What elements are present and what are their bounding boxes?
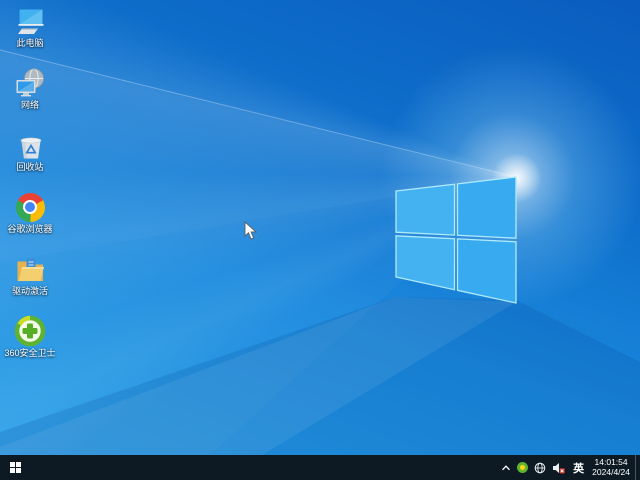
tray-chevron-up-icon[interactable] bbox=[498, 455, 514, 480]
desktop-icon-360-safety[interactable]: 360安全卫士 bbox=[2, 315, 58, 359]
taskbar-empty-area[interactable] bbox=[30, 455, 498, 480]
recycle-bin-icon bbox=[14, 129, 46, 161]
windows-start-icon bbox=[9, 462, 21, 473]
start-button[interactable] bbox=[0, 455, 30, 480]
tray-volume-muted-icon[interactable] bbox=[549, 455, 568, 480]
ime-language-indicator[interactable]: 英 bbox=[568, 460, 589, 476]
windows-desktop-screen: 此电脑 网络 回收站 谷歌浏览器 驱动激活 360安全卫士 英 14:01:54… bbox=[0, 0, 640, 480]
network-icon bbox=[14, 67, 46, 99]
desktop-icon-label: 回收站 bbox=[16, 162, 44, 172]
desktop-icon-label: 驱动激活 bbox=[11, 286, 48, 296]
desktop-icon-label: 此电脑 bbox=[16, 38, 44, 48]
desktop-icon-driver-activation[interactable]: 驱动激活 bbox=[2, 253, 58, 297]
show-desktop-button[interactable] bbox=[635, 455, 640, 480]
system-tray: 英 14:01:54 2024/4/24 bbox=[498, 455, 640, 480]
desktop-wallpaper bbox=[0, 0, 640, 455]
this-pc-icon bbox=[14, 5, 46, 37]
windows-logo-wallpaper bbox=[395, 176, 517, 304]
tray-network-globe-icon[interactable] bbox=[531, 455, 549, 480]
mouse-cursor bbox=[244, 221, 258, 240]
taskbar: 英 14:01:54 2024/4/24 bbox=[0, 455, 640, 480]
desktop-icon-this-pc[interactable]: 此电脑 bbox=[2, 5, 58, 49]
desktop-icon-label: 网络 bbox=[20, 100, 39, 110]
desktop-icon-label: 360安全卫士 bbox=[4, 348, 56, 358]
desktop-icon-chrome[interactable]: 谷歌浏览器 bbox=[2, 191, 58, 235]
desktop-icon-label: 谷歌浏览器 bbox=[7, 224, 53, 234]
clock-date: 2024/4/24 bbox=[592, 466, 630, 477]
tray-360-safety-icon[interactable] bbox=[514, 455, 531, 480]
desktop-icon-network[interactable]: 网络 bbox=[2, 67, 58, 111]
360-safety-icon bbox=[14, 315, 46, 347]
taskbar-clock[interactable]: 14:01:54 2024/4/24 bbox=[589, 457, 635, 477]
desktop-icon-column: 此电脑 网络 回收站 谷歌浏览器 驱动激活 360安全卫士 bbox=[2, 5, 58, 377]
driver-activation-folder-icon bbox=[14, 253, 46, 285]
desktop-icon-recycle-bin[interactable]: 回收站 bbox=[2, 129, 58, 173]
chrome-icon bbox=[14, 191, 46, 223]
